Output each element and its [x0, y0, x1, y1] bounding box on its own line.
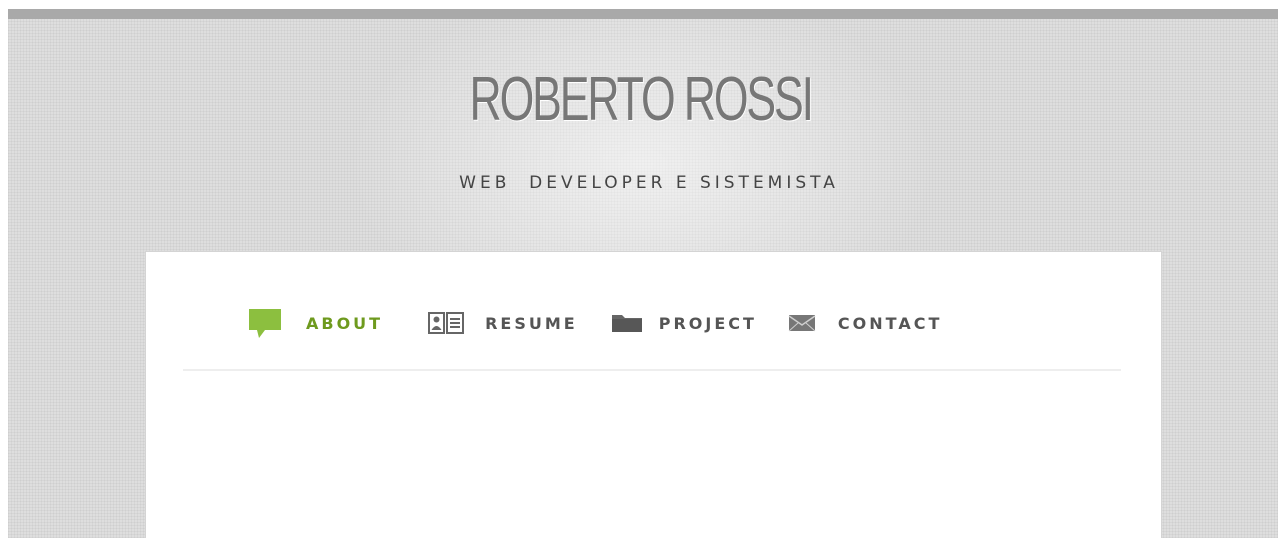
envelope-icon — [788, 313, 816, 333]
main-nav: ABOUT RESUME PROJECT CONTACT — [248, 305, 942, 341]
nav-divider — [183, 369, 1121, 371]
top-bar — [8, 9, 1278, 19]
folder-icon — [611, 313, 643, 333]
site-title: ROBERTO ROSSI — [469, 65, 815, 134]
nav-item-project[interactable]: PROJECT — [611, 305, 757, 341]
nav-item-label: ABOUT — [306, 313, 384, 333]
speech-bubble-icon — [248, 308, 282, 338]
nav-item-label: CONTACT — [837, 313, 943, 333]
page: ROBERTO ROSSI WEB DEVELOPER E SISTEMISTA… — [0, 0, 1278, 538]
site-tagline: WEB DEVELOPER E SISTEMISTA — [459, 173, 839, 193]
nav-item-label: RESUME — [485, 313, 578, 333]
content-card — [145, 251, 1162, 538]
nav-item-resume[interactable]: RESUME — [428, 305, 578, 341]
nav-item-about[interactable]: ABOUT — [248, 305, 383, 341]
page-edge-top — [0, 0, 1278, 9]
nav-item-contact[interactable]: CONTACT — [788, 305, 942, 341]
id-card-icon — [428, 312, 465, 334]
page-edge-left — [0, 0, 8, 538]
nav-item-label: PROJECT — [658, 313, 757, 333]
